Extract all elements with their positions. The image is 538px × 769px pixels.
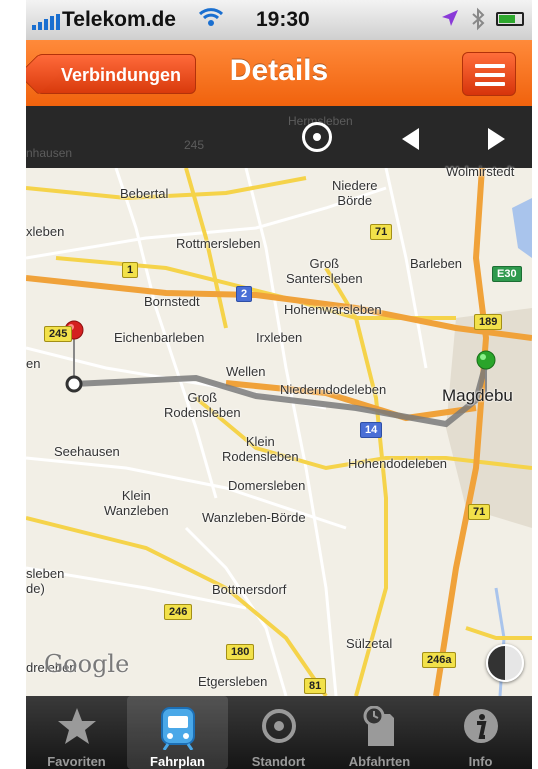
menu-button[interactable]: [462, 52, 516, 96]
tab-fahrplan[interactable]: Fahrplan: [127, 696, 228, 769]
map-label: Klein Rodensleben: [222, 434, 299, 464]
next-step-button[interactable]: [488, 128, 505, 150]
departures-icon: [360, 705, 400, 753]
location-services-icon: [440, 8, 460, 34]
tab-label: Standort: [251, 754, 306, 769]
map-label: Niederndodeleben: [280, 382, 387, 397]
map-label: Barleben: [410, 256, 463, 271]
map-label: sleben de): [26, 566, 65, 596]
map-label: Etgersleben: [198, 674, 268, 689]
menu-icon: [475, 64, 505, 68]
train-icon: [160, 706, 196, 755]
map-label: Wanzleben-Börde: [202, 510, 306, 525]
tab-abfahrten[interactable]: Abfahrten: [329, 696, 430, 769]
road-shield: 246a: [422, 652, 457, 668]
road-shield: E30: [492, 266, 522, 282]
destination-pin-icon[interactable]: [474, 348, 504, 418]
location-icon: [259, 706, 299, 751]
map-label: Rottmersleben: [176, 236, 261, 251]
road-shield: 71: [370, 224, 393, 240]
map-label: Bottmersdorf: [212, 582, 287, 597]
previous-step-button[interactable]: [402, 128, 419, 150]
bluetooth-icon: [470, 7, 486, 37]
road-shield: 246: [164, 604, 193, 620]
map-label: en: [26, 356, 41, 371]
tab-standort[interactable]: Standort: [228, 696, 329, 769]
tab-label: Abfahrten: [348, 754, 411, 769]
map-label: Groß Santersleben: [286, 256, 363, 286]
map-label: Wolmirstedt: [446, 164, 515, 179]
map-roads: [26, 168, 532, 696]
map-label: Hohenwarsleben: [284, 302, 382, 317]
back-button[interactable]: Verbindungen: [36, 54, 197, 94]
map-label: Domersleben: [228, 478, 306, 493]
road-shield: 1: [122, 262, 139, 278]
status-time: 19:30: [256, 8, 310, 31]
route-map[interactable]: Wolmirstedt Bebertal Niedere Börde xlebe…: [26, 164, 532, 696]
road-shield: 245: [44, 326, 73, 342]
locate-me-button[interactable]: [302, 122, 332, 152]
tab-label: Info: [468, 754, 493, 769]
map-label: Bebertal: [120, 186, 169, 201]
map-label: Irxleben: [256, 330, 303, 345]
info-icon: [461, 706, 501, 751]
map-toolbar: nhausen 245 Hermsleben: [26, 106, 532, 168]
road-shield: 81: [304, 678, 327, 694]
navigation-bar: Verbindungen Details: [26, 40, 532, 106]
map-label: Hohendodeleben: [348, 456, 448, 471]
road-shield: 2: [236, 286, 253, 302]
road-shield: 14: [360, 422, 383, 438]
map-label-faded: 245: [184, 138, 205, 152]
google-logo: Google: [44, 650, 130, 678]
road-shield: 189: [474, 314, 503, 330]
map-label: Groß Rodensleben: [164, 390, 241, 420]
map-label-faded: nhausen: [26, 146, 73, 160]
map-label: Sülzetal: [346, 636, 393, 651]
map-layer-toggle-button[interactable]: [486, 644, 524, 682]
map-label: Eichenbarleben: [114, 330, 205, 345]
map-label: Bornstedt: [144, 294, 200, 309]
star-icon: [57, 706, 97, 751]
tab-label: Fahrplan: [150, 754, 205, 769]
tab-bar: Favoriten Fahrplan Standort Abfahrten In…: [26, 696, 532, 769]
map-label: Wellen: [226, 364, 266, 379]
map-label-city: Magdebu: [442, 386, 513, 405]
tab-info[interactable]: Info: [430, 696, 531, 769]
tab-label: Favoriten: [47, 754, 106, 769]
road-shield: 71: [468, 504, 491, 520]
status-bar: Telekom.de 19:30: [26, 0, 532, 40]
phone-screen: Telekom.de 19:30 Verbindungen Details nh…: [26, 0, 532, 769]
tab-favoriten[interactable]: Favoriten: [26, 696, 127, 769]
signal-strength-icon: [32, 12, 60, 36]
map-label: Niedere Börde: [332, 178, 378, 208]
map-label: Seehausen: [54, 444, 120, 459]
wifi-icon: [198, 6, 224, 34]
battery-icon: [496, 12, 524, 26]
carrier-name: Telekom.de: [62, 8, 176, 31]
road-shield: 180: [226, 644, 255, 660]
map-label: Klein Wanzleben: [104, 488, 169, 518]
map-label: xleben: [26, 224, 65, 239]
